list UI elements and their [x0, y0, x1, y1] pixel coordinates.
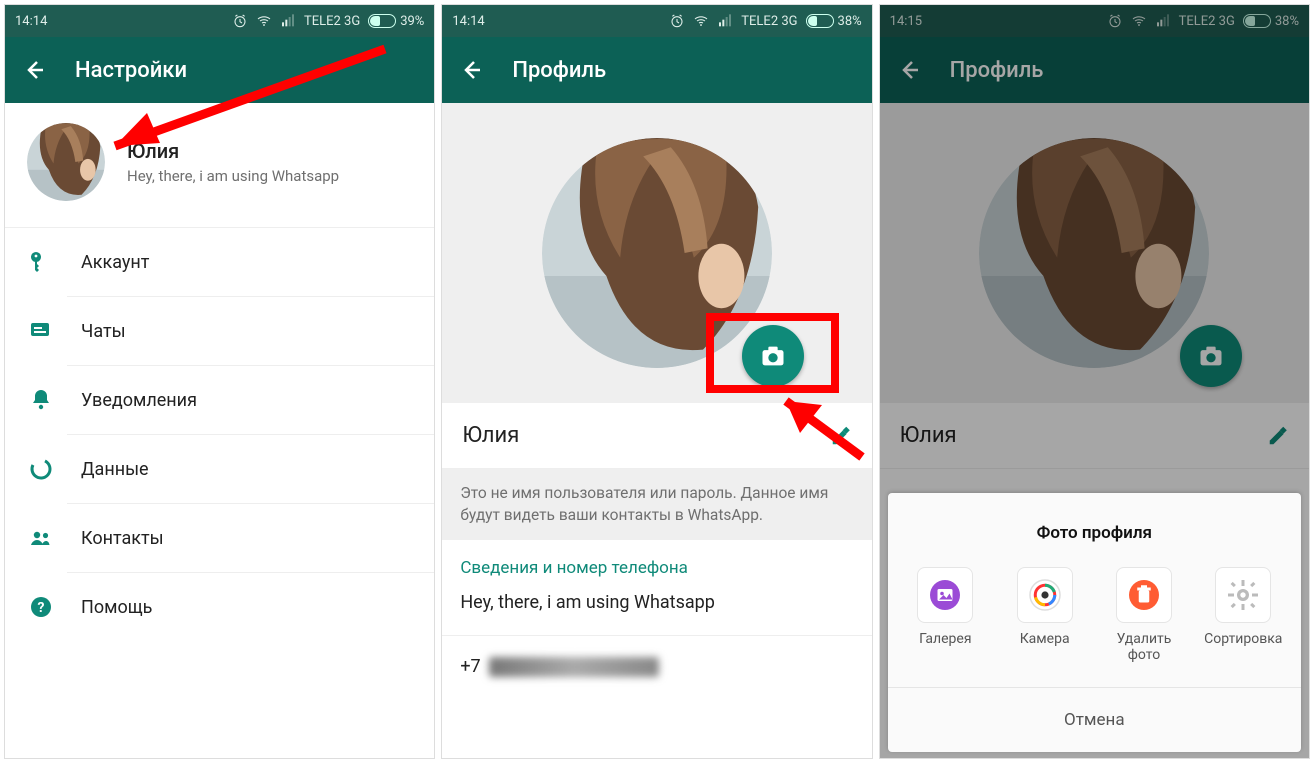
trash-icon	[1126, 577, 1162, 613]
phone-number-row[interactable]: +7	[442, 636, 871, 697]
about-section-title: Сведения и номер телефона	[442, 540, 871, 588]
phone-number-hidden	[489, 657, 659, 677]
name-row[interactable]: Юлия	[442, 403, 871, 469]
option-camera[interactable]: Камера	[1000, 567, 1090, 663]
camera-color-icon	[1027, 577, 1063, 613]
sheet-title: Фото профиля	[888, 493, 1301, 567]
carrier-label: TELE2 3G	[741, 14, 797, 29]
option-gallery[interactable]: Галерея	[900, 567, 990, 663]
page-title: Настройки	[75, 58, 187, 83]
profile-status[interactable]: Hey, there, i am using Whatsapp	[442, 588, 871, 636]
contacts-icon	[29, 526, 53, 550]
carrier-label: TELE2 3G	[304, 14, 360, 29]
gallery-icon	[927, 577, 963, 613]
status-time: 14:14	[15, 14, 47, 29]
menu-chats[interactable]: Чаты	[67, 297, 434, 366]
back-icon[interactable]	[460, 58, 484, 82]
help-icon	[29, 595, 53, 619]
battery-percent: 38%	[838, 14, 862, 29]
status-bar: 14:14 TELE2 3G 39%	[5, 5, 434, 37]
app-bar: Настройки	[5, 37, 434, 103]
name-hint: Это не имя пользователя или пароль. Данн…	[442, 469, 871, 540]
screen-profile: 14:14 TELE2 3G 38% Профиль	[441, 4, 872, 759]
battery-indicator: 39%	[368, 14, 424, 29]
wifi-icon	[256, 13, 272, 29]
data-icon	[29, 457, 53, 481]
signal-icon	[717, 13, 733, 29]
annotation-box	[706, 313, 839, 393]
chat-icon	[29, 319, 53, 343]
avatar[interactable]	[27, 123, 105, 201]
back-icon[interactable]	[23, 58, 47, 82]
signal-icon	[280, 13, 296, 29]
option-sort[interactable]: Сортировка	[1198, 567, 1288, 663]
bell-icon	[29, 388, 53, 412]
menu-account[interactable]: Аккаунт	[67, 228, 434, 297]
alarm-icon	[669, 13, 685, 29]
key-icon	[29, 250, 53, 274]
screen-profile-photo-sheet: 14:15 TELE2 3G 38% Профиль	[879, 4, 1310, 759]
profile-status: Hey, there, i am using Whatsapp	[127, 167, 339, 185]
menu-help[interactable]: Помощь	[67, 573, 434, 641]
menu-notifications[interactable]: Уведомления	[67, 366, 434, 435]
battery-percent: 39%	[400, 14, 424, 29]
page-title: Профиль	[512, 58, 606, 83]
status-bar: 14:14 TELE2 3G 38%	[442, 5, 871, 37]
sheet-cancel-button[interactable]: Отмена	[888, 687, 1301, 752]
menu-data[interactable]: Данные	[67, 435, 434, 504]
app-bar: Профиль	[442, 37, 871, 103]
wifi-icon	[693, 13, 709, 29]
status-time: 14:14	[452, 14, 484, 29]
option-delete-photo[interactable]: Удалить фото	[1099, 567, 1189, 663]
phone-prefix: +7	[460, 656, 480, 677]
profile-name: Юлия	[127, 139, 339, 163]
alarm-icon	[232, 13, 248, 29]
photo-options-sheet: Фото профиля Галерея Камера Удалить фото…	[888, 493, 1301, 752]
gear-icon	[1225, 577, 1261, 613]
profile-name: Юлия	[462, 423, 519, 448]
edit-name-icon[interactable]	[830, 425, 852, 447]
menu-contacts[interactable]: Контакты	[67, 504, 434, 573]
screen-settings: 14:14 TELE2 3G 39% Настройки	[4, 4, 435, 759]
battery-indicator: 38%	[806, 14, 862, 29]
profile-row[interactable]: Юлия Hey, there, i am using Whatsapp	[5, 103, 434, 228]
